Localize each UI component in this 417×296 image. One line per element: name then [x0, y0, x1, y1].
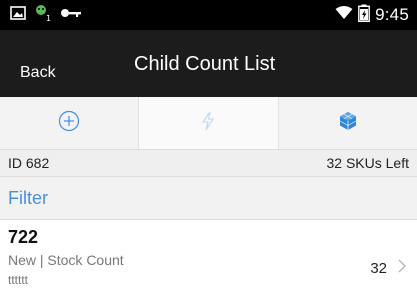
cube-icon	[337, 110, 359, 137]
gallery-icon	[10, 5, 26, 25]
wifi-icon	[335, 5, 353, 25]
tab-bar	[0, 97, 417, 149]
back-button[interactable]: Back	[20, 64, 56, 82]
tab-cube[interactable]	[279, 97, 417, 149]
page-title: Child Count List	[134, 53, 276, 75]
key-icon	[60, 6, 82, 24]
battery-icon	[358, 4, 371, 27]
status-bar-right: 9:45	[335, 4, 409, 27]
add-circle-icon	[58, 110, 80, 137]
status-bar: 1 9:45	[0, 0, 417, 30]
tab-add[interactable]	[0, 97, 138, 149]
count-id-label: ID 682	[8, 155, 50, 171]
skus-left-label: 32 SKUs Left	[326, 155, 410, 171]
tab-lightning[interactable]	[139, 97, 278, 149]
list-item-subtitle: New | Stock Count	[8, 252, 124, 268]
list-item[interactable]: 722 New | Stock Count tttttt 32	[0, 220, 417, 296]
lightning-icon	[201, 111, 215, 136]
list-item-count: 32	[370, 260, 387, 277]
svg-text:1: 1	[46, 14, 51, 22]
list-item-note: tttttt	[8, 273, 29, 287]
filter-button[interactable]: Filter	[8, 188, 48, 209]
status-time: 9:45	[375, 5, 409, 24]
android-notification-icon: 1	[33, 4, 53, 27]
action-bar: Back Child Count List	[0, 30, 417, 97]
status-bar-left-icons: 1	[10, 4, 82, 27]
list-item-id: 722	[8, 227, 39, 247]
filter-row[interactable]: Filter	[0, 177, 417, 220]
chevron-right-icon	[397, 258, 407, 279]
info-bar: ID 682 32 SKUs Left	[0, 149, 417, 177]
